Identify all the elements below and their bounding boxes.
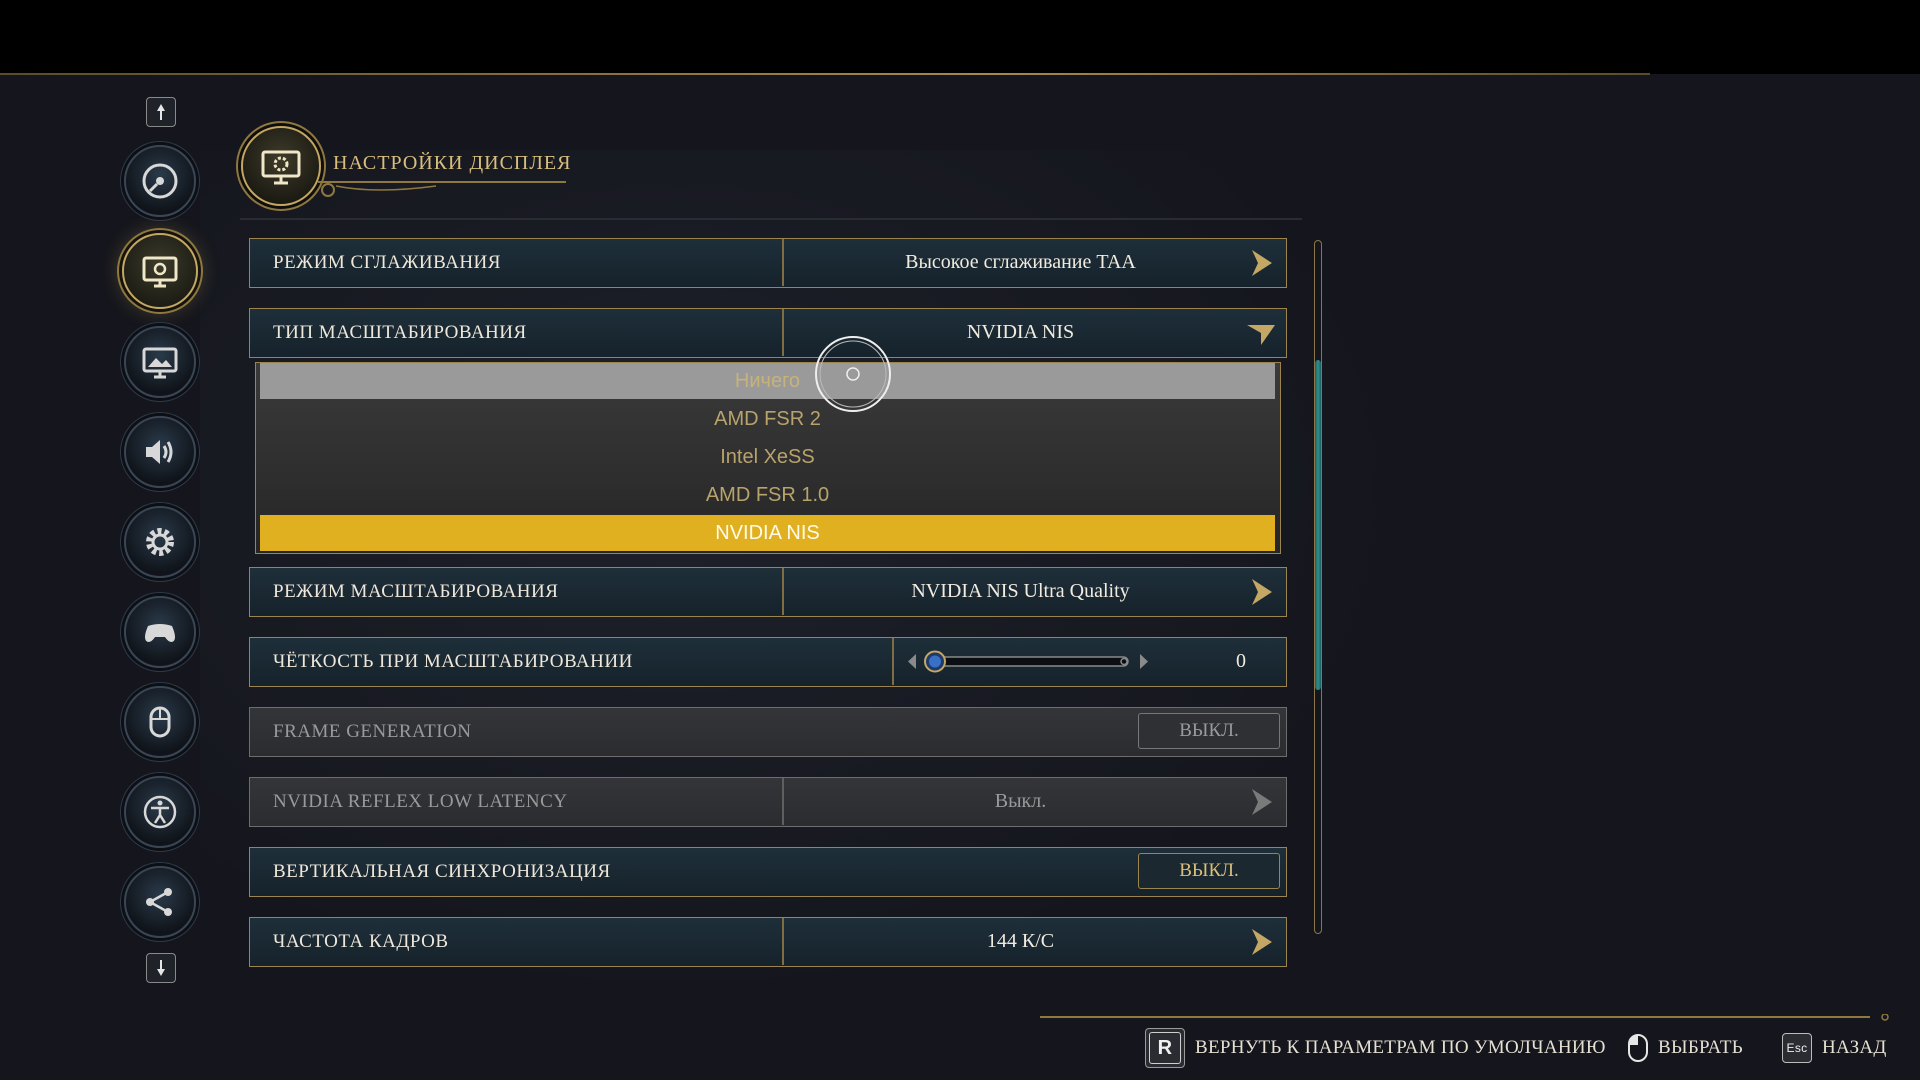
row-divider [892,638,894,685]
dropdown-option-selected[interactable]: NVIDIA NIS [260,515,1275,551]
sidebar-item-audio[interactable] [124,416,196,488]
setting-framerate[interactable]: ЧАСТОТА КАДРОВ 144 К/С [249,917,1287,967]
disc-icon [142,163,178,199]
keycap-esc: Esc [1782,1033,1812,1063]
sidebar-item-graphics[interactable] [124,326,196,398]
back-label: НАЗАД [1822,1037,1887,1058]
sidebar-item-disc[interactable] [124,145,196,217]
arrow-down-icon [157,960,165,976]
footer-back-action[interactable]: Esc НАЗАД [1782,1032,1887,1064]
setting-value: NVIDIA NIS Ultra Quality [911,580,1130,602]
footer-select-action[interactable]: ВЫБРАТЬ [1628,1032,1743,1064]
setting-value: Выкл. [994,790,1047,812]
keycap-r: R [1145,1028,1185,1068]
accessibility-icon [143,795,177,829]
upscale-type-dropdown: Ничего AMD FSR 2 Intel XeSS AMD FSR 1.0 … [255,362,1281,554]
setting-value: 144 К/С [986,930,1055,952]
display-settings-icon [142,256,178,288]
setting-vsync[interactable]: ВЕРТИКАЛЬНАЯ СИНХРОНИЗАЦИЯ ВЫКЛ. [249,847,1287,897]
chevron-right-icon[interactable] [1248,248,1274,278]
gamepad-icon [145,624,175,642]
frame-generation-toggle[interactable]: ВЫКЛ. [1138,713,1280,749]
setting-label: РЕЖИМ СГЛАЖИВАНИЯ [273,252,501,273]
setting-upscale-mode[interactable]: РЕЖИМ МАСШТАБИРОВАНИЯ NVIDIA NIS Ultra Q… [249,567,1287,617]
speaker-icon [146,440,173,464]
setting-label: ЧАСТОТА КАДРОВ [273,931,449,952]
chevron-right-icon[interactable] [1248,927,1274,957]
sidebar-item-mouse[interactable] [124,686,196,758]
sidebar-item-network[interactable] [124,866,196,938]
sidebar-item-accessibility[interactable] [124,776,196,848]
select-label: ВЫБРАТЬ [1658,1037,1743,1058]
scrollbar-thumb[interactable] [1315,360,1321,690]
setting-value: Высокое сглаживание TAA [905,251,1136,273]
chevron-right-icon[interactable] [1248,787,1274,817]
sharpness-slider[interactable] [902,638,1162,685]
setting-nvidia-reflex[interactable]: NVIDIA REFLEX LOW LATENCY Выкл. [249,777,1287,827]
setting-antialiasing[interactable]: РЕЖИМ СГЛАЖИВАНИЯ Высокое сглаживание TA… [249,238,1287,288]
arrow-up-icon [157,104,165,120]
cursor-ring-icon [815,336,891,412]
sidebar-scroll-down-button[interactable] [146,953,176,983]
gear-icon [146,528,174,556]
setting-label: ЧЁТКОСТЬ ПРИ МАСШТАБИРОВАНИИ [273,651,633,672]
setting-label: ВЕРТИКАЛЬНАЯ СИНХРОНИЗАЦИЯ [273,861,611,882]
slider-value: 0 [1236,650,1246,672]
setting-label: ТИП МАСШТАБИРОВАНИЯ [273,322,527,343]
sidebar-item-display[interactable] [122,233,198,309]
vsync-toggle[interactable]: ВЫКЛ. [1138,853,1280,889]
dropdown-option[interactable]: Ничего [260,363,1275,399]
dropdown-option[interactable]: AMD FSR 1.0 [260,477,1275,513]
setting-label: FRAME GENERATION [273,721,472,742]
dropdown-option[interactable]: AMD FSR 2 [260,401,1275,437]
setting-upscale-type[interactable]: ТИП МАСШТАБИРОВАНИЯ NVIDIA NIS [249,308,1287,358]
dropdown-option[interactable]: Intel XeSS [260,439,1275,475]
network-icon [146,888,172,916]
sidebar-scroll-up-button[interactable] [146,97,176,127]
footer-reset-action[interactable]: R ВЕРНУТЬ К ПАРАМЕТРАМ ПО УМОЛЧАНИЮ [1145,1028,1606,1068]
footer-gold-line [1040,1014,1889,1021]
sidebar-item-gameplay[interactable] [124,506,196,578]
chevron-down-icon[interactable] [1246,321,1276,347]
setting-label: РЕЖИМ МАСШТАБИРОВАНИЯ [273,581,559,602]
row-divider [782,918,784,965]
monitor-gear-icon [261,150,301,185]
slider-left-arrow-icon [908,654,916,669]
row-divider [782,309,784,356]
page-title: НАСТРОЙКИ ДИСПЛЕЯ [333,152,572,174]
setting-sharpness[interactable]: ЧЁТКОСТЬ ПРИ МАСШТАБИРОВАНИИ 0 [249,637,1287,687]
row-divider [782,778,784,825]
header-badge [241,126,321,206]
sidebar-item-controller[interactable] [124,596,196,668]
reset-label: ВЕРНУТЬ К ПАРАМЕТРАМ ПО УМОЛЧАНИЮ [1195,1037,1606,1058]
mouse-icon [149,706,171,738]
setting-frame-generation[interactable]: FRAME GENERATION ВЫКЛ. [249,707,1287,757]
row-divider [782,239,784,286]
panel-divider [240,218,1302,220]
slider-right-arrow-icon [1140,654,1148,669]
mouse-left-click-icon [1628,1034,1648,1062]
top-black-bar [0,0,1920,74]
chevron-right-icon[interactable] [1248,577,1274,607]
top-gold-line [0,73,1650,75]
setting-label: NVIDIA REFLEX LOW LATENCY [273,791,568,812]
monitor-image-icon [142,347,178,379]
row-divider [782,568,784,615]
header-flourish [318,181,566,197]
